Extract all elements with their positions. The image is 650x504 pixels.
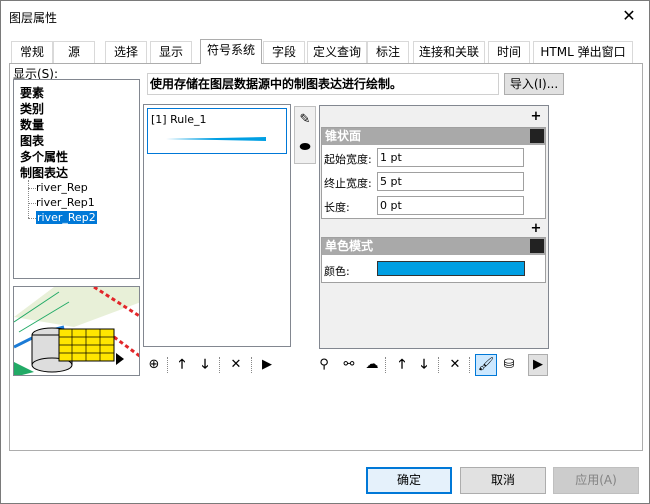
- tab-labels[interactable]: 标注: [367, 41, 409, 63]
- tree-item-multiple-attributes[interactable]: 多个属性: [20, 148, 68, 165]
- window-title: 图层属性: [9, 11, 58, 25]
- layer-properties-dialog: 图层属性 ✕ 常规 源 选择 显示 符号系统 字段 定义查询 标注 连接和关联 …: [0, 0, 650, 504]
- arrow-down-icon[interactable]: 🡓: [196, 356, 214, 374]
- tab-strip: 常规 源 选择 显示 符号系统 字段 定义查询 标注 连接和关联 时间 HTML…: [9, 39, 643, 64]
- play-icon[interactable]: ▶: [528, 354, 548, 376]
- apply-button[interactable]: 应用(A): [553, 467, 639, 494]
- arrow-down-icon[interactable]: 🡓: [415, 356, 433, 374]
- add-icon[interactable]: ⊕: [145, 356, 163, 374]
- tab-general[interactable]: 常规: [11, 41, 53, 63]
- length-label: 长度:: [324, 201, 350, 214]
- tree-connector: [28, 188, 36, 189]
- toolbar-separator: [385, 357, 386, 373]
- tab-fields[interactable]: 字段: [263, 41, 305, 63]
- add-fill-layer-icon[interactable]: ⚯: [340, 356, 358, 374]
- tree-child-river-rep[interactable]: river_Rep: [36, 181, 88, 194]
- database-icon[interactable]: ⛁: [500, 356, 518, 374]
- taper-group-header[interactable]: 锥状面: [322, 128, 545, 145]
- tree-item-features[interactable]: 要素: [20, 84, 44, 101]
- color-label: 颜色:: [324, 265, 350, 278]
- import-button[interactable]: 导入(I)...: [504, 73, 564, 95]
- tab-html-popup[interactable]: HTML 弹出窗口: [533, 41, 633, 63]
- tab-display[interactable]: 显示: [150, 41, 192, 63]
- arrow-up-icon[interactable]: 🡑: [173, 356, 191, 374]
- solid-color-group: 单色模式 颜色:: [321, 237, 546, 283]
- color-swatch[interactable]: [377, 261, 525, 276]
- ok-button[interactable]: 确定: [366, 467, 452, 494]
- toolbar-separator: [251, 357, 252, 373]
- tree-item-quantities[interactable]: 数量: [20, 116, 44, 133]
- tree-item-charts[interactable]: 图表: [20, 132, 44, 149]
- add-marker-layer-icon[interactable]: ☁: [363, 356, 381, 374]
- add-layer-plus-icon[interactable]: +: [530, 222, 542, 235]
- tree-item-representations[interactable]: 制图表达: [20, 164, 68, 181]
- taper-group: 锥状面 起始宽度: 1 pt 终止宽度: 5 pt 长度: 0 pt: [321, 127, 546, 219]
- end-width-field[interactable]: 5 pt: [377, 172, 524, 191]
- shape-tool-icon[interactable]: ⬬: [296, 139, 314, 157]
- end-width-label: 终止宽度:: [324, 177, 372, 190]
- tree-connector: [28, 218, 36, 219]
- arrow-up-icon[interactable]: 🡑: [393, 356, 411, 374]
- close-icon[interactable]: ✕: [619, 6, 639, 26]
- toolbar-separator: [167, 357, 168, 373]
- renderer-preview-image: [13, 286, 140, 376]
- brush-icon[interactable]: 🖌: [475, 354, 497, 376]
- add-layer-plus-icon[interactable]: +: [530, 110, 542, 123]
- toolbar-separator: [219, 357, 220, 373]
- group-expand-icon[interactable]: [530, 239, 544, 253]
- tree-item-categories[interactable]: 类别: [20, 100, 44, 117]
- toolbar-separator: [438, 357, 439, 373]
- title-bar: 图层属性 ✕: [1, 1, 649, 31]
- cancel-button[interactable]: 取消: [460, 467, 546, 494]
- rule-label: [1] Rule_1: [151, 113, 207, 126]
- delete-icon[interactable]: ✕: [446, 356, 464, 374]
- tree-child-river-rep1[interactable]: river_Rep1: [36, 196, 95, 209]
- solid-color-group-title: 单色模式: [325, 239, 374, 253]
- add-stroke-layer-icon[interactable]: ⚲: [315, 356, 333, 374]
- tab-time[interactable]: 时间: [488, 41, 530, 63]
- tab-source[interactable]: 源: [53, 41, 95, 63]
- tab-symbology[interactable]: 符号系统: [200, 39, 262, 64]
- rules-list[interactable]: [1] Rule_1: [143, 104, 291, 347]
- rule-item[interactable]: [1] Rule_1: [147, 108, 287, 154]
- start-width-label: 起始宽度:: [324, 153, 372, 166]
- renderer-tree[interactable]: 要素 类别 数量 图表 多个属性 制图表达 river_Rep river_Re…: [13, 79, 140, 279]
- play-icon[interactable]: ▶: [258, 356, 276, 374]
- length-field[interactable]: 0 pt: [377, 196, 524, 215]
- taper-group-title: 锥状面: [325, 129, 362, 143]
- tree-connector: [28, 203, 36, 204]
- solid-color-group-header[interactable]: 单色模式: [322, 238, 545, 255]
- toolbar-separator: [469, 357, 470, 373]
- tree-child-river-rep2[interactable]: river_Rep2: [36, 211, 97, 224]
- rule-symbol-preview: [166, 137, 266, 141]
- tab-joins-relates[interactable]: 连接和关联: [413, 41, 485, 63]
- tree-connector: [28, 180, 29, 218]
- group-expand-icon[interactable]: [530, 129, 544, 143]
- tab-definition-query[interactable]: 定义查询: [307, 41, 367, 63]
- delete-icon[interactable]: ✕: [227, 356, 245, 374]
- select-tool-icon[interactable]: ✎: [296, 111, 314, 129]
- tab-selection[interactable]: 选择: [105, 41, 147, 63]
- renderer-description: 使用存储在图层数据源中的制图表达进行绘制。: [147, 73, 499, 95]
- side-toolbar: ✎ ⬬: [294, 106, 316, 164]
- start-width-field[interactable]: 1 pt: [377, 148, 524, 167]
